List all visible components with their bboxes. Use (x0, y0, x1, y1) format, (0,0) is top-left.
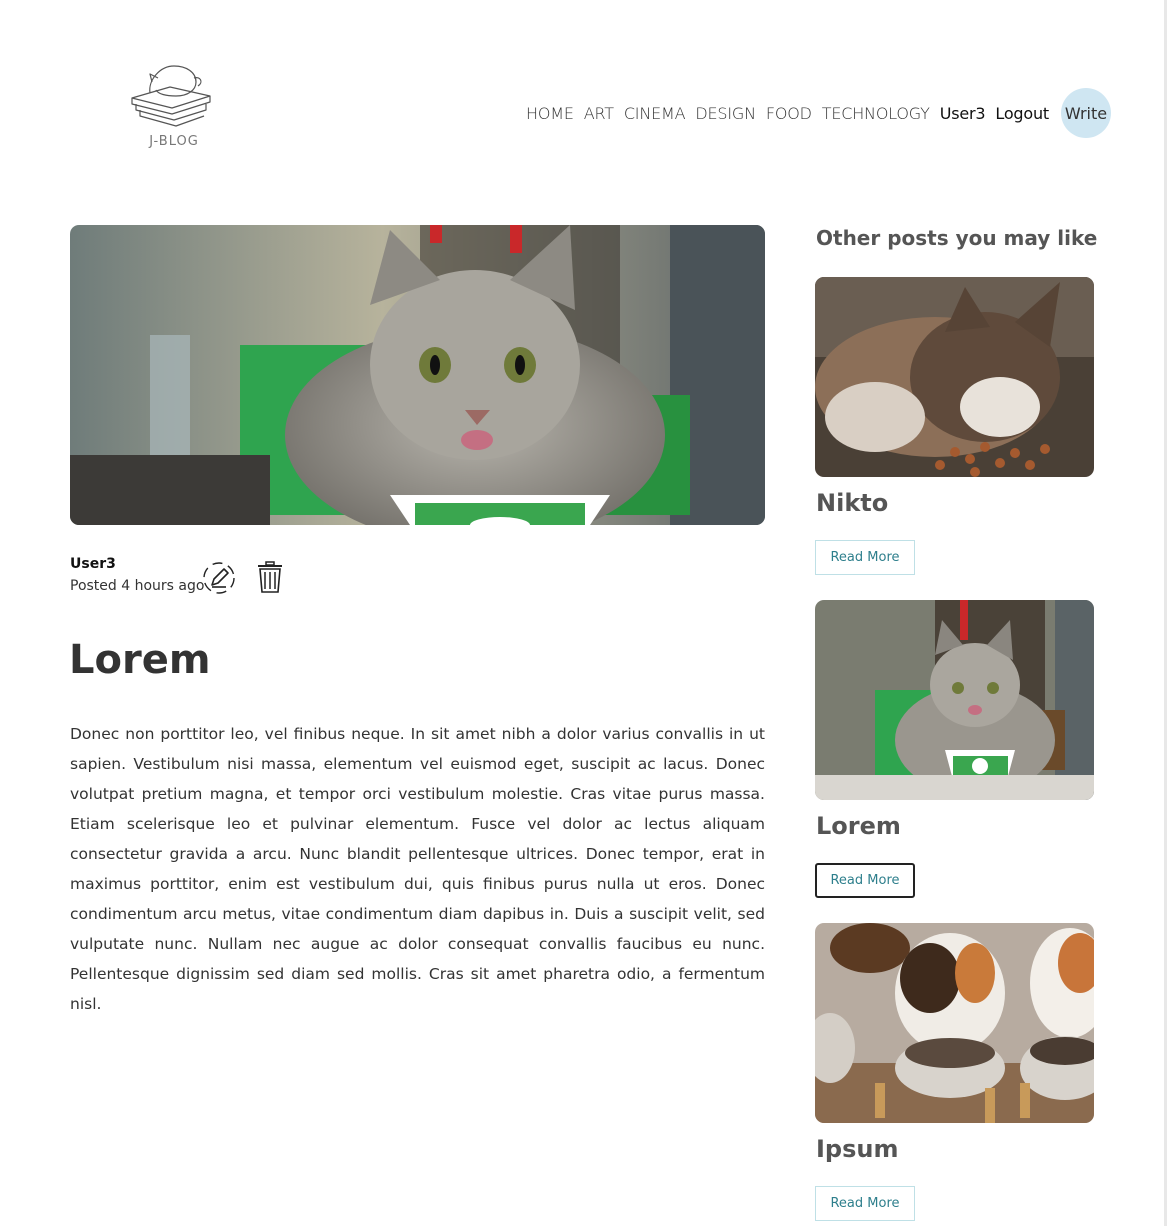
sidebar-post-image[interactable] (815, 923, 1094, 1123)
post-timestamp: Posted 4 hours ago (70, 578, 205, 594)
nav-food[interactable]: FOOD (766, 104, 812, 123)
edit-icon[interactable] (202, 561, 236, 595)
nav-cinema[interactable]: CINEMA (624, 104, 686, 123)
trash-icon[interactable] (254, 560, 286, 594)
sidebar-title: Other posts you may like (816, 226, 1098, 250)
sidebar-post-title[interactable]: Lorem (816, 812, 901, 840)
nav-home[interactable]: HOME (526, 104, 574, 123)
main-nav: HOME ART CINEMA DESIGN FOOD TECHNOLOGY U… (526, 88, 1111, 138)
logo-text: J-BLOG (149, 134, 199, 149)
post-author: User3 (70, 556, 116, 572)
read-more-button[interactable]: Read More (815, 540, 915, 575)
nav-logout[interactable]: Logout (995, 104, 1049, 123)
post-title: Lorem (69, 637, 211, 683)
read-more-button[interactable]: Read More (815, 1186, 915, 1221)
nav-user[interactable]: User3 (940, 104, 986, 123)
post-body: Donec non porttitor leo, vel finibus neq… (70, 725, 765, 1013)
post-meta: User3 Posted 4 hours ago (70, 556, 204, 594)
sidebar-post-title[interactable]: Ipsum (816, 1135, 899, 1163)
sidebar-post-title[interactable]: Nikto (816, 489, 888, 517)
nav-art[interactable]: ART (584, 104, 614, 123)
nav-technology[interactable]: TECHNOLOGY (822, 104, 930, 123)
sidebar-post-image[interactable] (815, 277, 1094, 477)
nav-design[interactable]: DESIGN (695, 104, 756, 123)
sidebar-post-image[interactable] (815, 600, 1094, 800)
read-more-button[interactable]: Read More (815, 863, 915, 898)
write-button[interactable]: Write (1060, 88, 1111, 138)
post-hero-image (70, 225, 765, 525)
